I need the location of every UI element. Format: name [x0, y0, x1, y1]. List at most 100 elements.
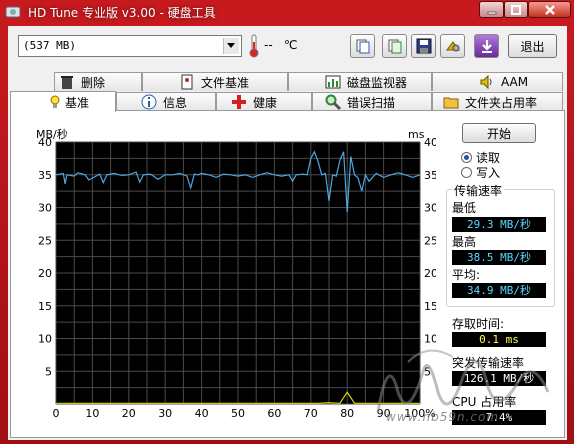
thermometer-icon	[249, 34, 259, 58]
y-tick-label-right: 40	[424, 136, 436, 149]
health-icon	[232, 95, 246, 109]
copy-text-button[interactable]	[350, 34, 375, 58]
tab-error-scan[interactable]: 错误扫描	[312, 92, 432, 111]
copy-text-icon	[356, 39, 369, 54]
options-button[interactable]	[440, 34, 465, 58]
y-tick-label-right: 20	[424, 267, 436, 280]
tab-folder-usage[interactable]: 文件夹占用率	[432, 92, 563, 111]
copy-info-icon	[388, 39, 401, 54]
window-frame: HD Tune 专业版 v3.00 - 硬盘工具 (537 MB) -- ℃ 退…	[0, 0, 574, 444]
tab-info[interactable]: 信息	[116, 92, 216, 111]
dropdown-arrow[interactable]	[223, 38, 239, 54]
tab-info-label: 信息	[163, 95, 188, 110]
max-label: 最高	[452, 235, 477, 249]
cpu-label: CPU 占用率	[452, 395, 517, 409]
speaker-icon	[480, 74, 492, 90]
main-window: (537 MB) -- ℃ 退出 删除 文件基准 磁盘监视器 AAM 基准 信息…	[8, 26, 567, 440]
drive-select[interactable]: (537 MB)	[18, 35, 242, 57]
y-tick-label-left: 30	[38, 202, 52, 215]
y-tick-label-left: 5	[45, 365, 52, 378]
tab-disk-monitor[interactable]: 磁盘监视器	[288, 72, 432, 91]
download-icon	[481, 40, 492, 53]
tab-file-benchmark-label: 文件基准	[201, 75, 250, 90]
close-button[interactable]	[528, 1, 571, 18]
file-benchmark-icon	[181, 74, 193, 90]
access-time-label: 存取时间:	[452, 317, 505, 331]
maximize-icon	[511, 4, 521, 15]
tab-benchmark[interactable]: 基准	[10, 91, 116, 112]
benchmark-chart: MB/秒 ms5 510 1015 1520 2025 2530 3035 3540 400 10 2…	[36, 127, 436, 420]
y-tick-label-right: 15	[424, 300, 436, 313]
y-tick-label-right: 10	[424, 333, 436, 346]
write-radio-label: 写入	[476, 166, 501, 180]
title-bar[interactable]: HD Tune 专业版 v3.00 - 硬盘工具	[0, 0, 574, 24]
y-tick-label-right: 5	[424, 365, 431, 378]
save-icon	[416, 38, 431, 54]
y-tick-label-right: 30	[424, 202, 436, 215]
tab-aam[interactable]: AAM	[432, 72, 563, 91]
x-tick-label: 30	[158, 407, 172, 420]
x-tick-label: 10	[85, 407, 99, 420]
right-axis-label: ms	[408, 128, 425, 141]
avg-label: 平均:	[452, 268, 481, 282]
y-tick-label-right: 35	[424, 169, 436, 182]
disk-monitor-icon	[325, 75, 341, 89]
exit-button[interactable]: 退出	[508, 34, 557, 58]
tab-benchmark-label: 基准	[65, 95, 90, 110]
burst-rate-value: 126.1 MB/秒	[452, 371, 546, 386]
tab-folder-usage-label: 文件夹占用率	[465, 95, 538, 110]
watermark-url: www.nb59n.com	[386, 410, 500, 424]
x-tick-label: 40	[195, 407, 209, 420]
hdtune-app-icon	[5, 6, 21, 18]
x-tick-label: 60	[267, 407, 281, 420]
y-tick-label-left: 10	[38, 333, 52, 346]
info-icon	[141, 94, 157, 110]
transfer-rate-title: 传输速率	[452, 182, 505, 199]
window-title: HD Tune 专业版 v3.00 - 硬盘工具	[28, 6, 216, 20]
max-value: 38.5 MB/秒	[452, 250, 546, 265]
avg-value: 34.9 MB/秒	[452, 283, 546, 298]
x-tick-label: 80	[340, 407, 354, 420]
tab-aam-label: AAM	[501, 75, 529, 89]
x-tick-label: 50	[231, 407, 245, 420]
chevron-down-icon	[227, 43, 235, 48]
options-icon	[445, 41, 460, 52]
minimize-button[interactable]	[479, 1, 504, 18]
lightbulb-icon	[50, 95, 60, 108]
x-tick-label: 70	[304, 407, 318, 420]
temperature-unit: ℃	[284, 38, 298, 52]
y-tick-label-left: 40	[38, 136, 52, 149]
access-time-value: 0.1 ms	[452, 332, 546, 347]
y-tick-label-right: 25	[424, 234, 436, 247]
download-button[interactable]	[474, 34, 499, 58]
x-tick-label: 20	[122, 407, 136, 420]
tab-health[interactable]: 健康	[216, 92, 312, 111]
save-button[interactable]	[411, 34, 436, 58]
tab-disk-monitor-label: 磁盘监视器	[347, 75, 408, 90]
y-tick-label-left: 25	[38, 234, 52, 247]
trash-icon	[61, 76, 73, 89]
min-value: 29.3 MB/秒	[452, 217, 546, 232]
burst-rate-label: 突发传输速率	[452, 356, 525, 370]
maximize-button[interactable]	[504, 1, 528, 18]
magnifier-icon	[325, 94, 341, 110]
min-label: 最低	[452, 201, 477, 215]
read-radio[interactable]	[461, 152, 472, 163]
tab-error-scan-label: 错误扫描	[347, 95, 396, 110]
x-tick-label: 0	[53, 407, 60, 420]
temperature-value: --	[264, 38, 273, 52]
tab-file-benchmark[interactable]: 文件基准	[142, 72, 288, 91]
copy-info-button[interactable]	[382, 34, 407, 58]
y-tick-label-left: 15	[38, 300, 52, 313]
y-tick-label-left: 35	[38, 169, 52, 182]
tab-erase-label: 删除	[81, 75, 106, 90]
folder-icon	[443, 97, 459, 109]
start-button[interactable]: 开始	[462, 123, 536, 143]
minimize-icon	[487, 11, 496, 14]
close-icon	[544, 4, 555, 15]
y-tick-label-left: 20	[38, 267, 52, 280]
tab-erase[interactable]: 删除	[54, 72, 142, 91]
drive-select-value: (537 MB)	[23, 39, 76, 52]
tab-health-label: 健康	[253, 95, 278, 110]
write-radio[interactable]	[461, 167, 472, 178]
